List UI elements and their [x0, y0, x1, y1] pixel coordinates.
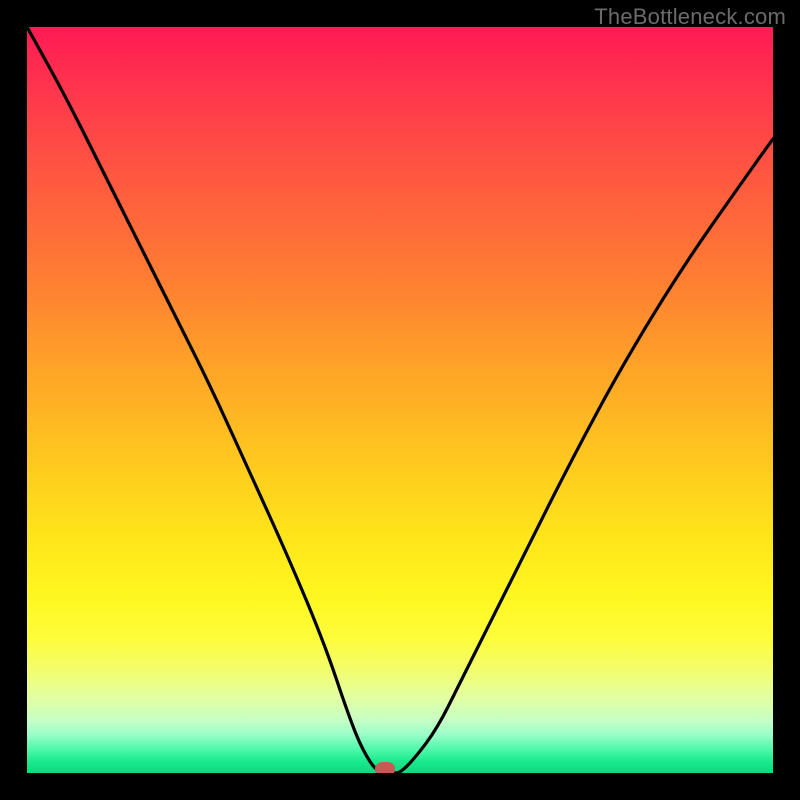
optimal-marker-icon: [375, 762, 395, 773]
chart-frame: TheBottleneck.com: [0, 0, 800, 800]
bottleneck-curve: [27, 27, 773, 773]
plot-area: [27, 27, 773, 773]
